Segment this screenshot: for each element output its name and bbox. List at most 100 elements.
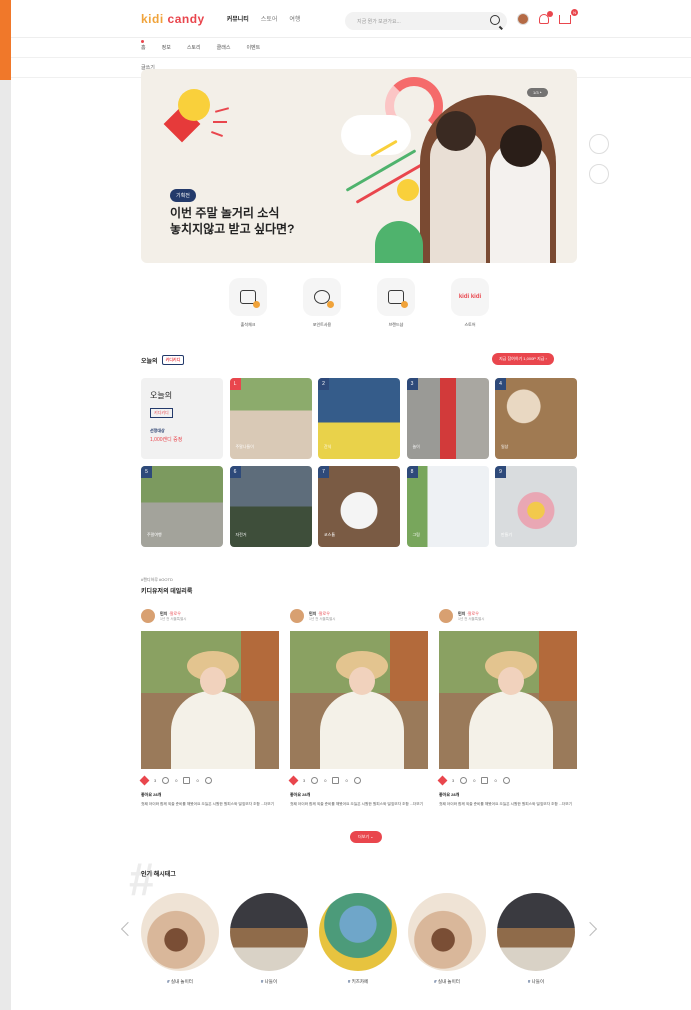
subnav-class[interactable]: 클래스 [217,44,231,51]
post-image[interactable] [439,631,577,769]
scroll-down-button[interactable] [589,164,609,184]
banner-title-line2: 놓치지않고 받고 싶다면? [170,222,295,236]
share-icon[interactable] [353,776,361,784]
today-item[interactable]: 3 놀이 [406,378,489,459]
post-text: 첫째 아이와 함께 외출 준비를 해봤어요 오늘은 시원한 원피스와 밀짚모자 … [141,802,275,806]
nav-travel[interactable]: 여행 [289,14,300,23]
item-caption: 주말나들이 [235,444,254,449]
follow-link[interactable]: ·팔로우 [169,611,181,616]
today-item[interactable]: 2 간식 [318,378,400,459]
banner-pager[interactable]: 1/3 ‣ [527,88,549,97]
intro-tag: 키디키디 [150,408,173,418]
bookmark-icon[interactable] [481,776,489,784]
avatar[interactable] [517,13,529,25]
daily-title: 키디유저의 데일리룩 [141,589,193,595]
hashtag-image[interactable] [230,893,308,971]
post-image[interactable] [141,631,279,769]
banner-title: 이번 주말 놀거리 소식 놓치지않고 받고 싶다면? [170,205,294,237]
subnav-event[interactable]: 이벤트 [246,44,260,51]
hashtag-item[interactable]: # 실내 놀이터 [141,893,219,985]
cart-icon[interactable]: N [559,8,578,24]
quick-item-point[interactable]: 포인트사용 [303,278,341,328]
share-icon[interactable] [502,776,510,784]
join-button[interactable]: 지금 참여하기 1,000P 지급 › [492,353,554,365]
follow-link[interactable]: ·팔로우 [318,611,330,616]
avatar[interactable] [141,609,155,623]
quick-item-brandshop[interactable]: 브랜드샵 [377,278,415,328]
like-icon[interactable] [437,775,448,785]
hashtag-image[interactable] [497,893,575,971]
post-header: 민지 ·팔로우 1년 전 서울특별시 [439,605,577,627]
smiley-illustration [178,89,210,121]
intro-line: 1,000캔디 증정 [150,437,183,443]
hashtag-image[interactable] [319,893,397,971]
intro-line: 선정대상 [150,428,165,433]
subnav-home[interactable]: 홈 [141,40,146,51]
nav-store[interactable]: 스토어 [261,14,278,23]
comment-icon[interactable] [311,776,319,784]
quick-label: 출석체크 [240,322,256,327]
today-item[interactable]: 8 그림 [406,466,489,547]
scroll-top-button[interactable] [589,134,609,154]
ray-decoration [211,131,223,137]
carousel-prev-icon[interactable] [120,921,136,937]
subnav-info[interactable]: 정보 [162,44,171,51]
cart-badge: N [571,8,578,16]
quick-item-attendance[interactable]: 출석체크 [229,278,267,328]
today-item[interactable]: 5 주말여행 [141,466,223,547]
post-meta: 1년 전 서울특별시 [160,616,187,621]
grass-illustration [375,221,423,263]
hashtag-item[interactable]: # 키즈카페 [319,893,397,985]
avatar[interactable] [439,609,453,623]
header-icons: N [517,8,578,25]
today-item[interactable]: 6 자전거 [229,466,312,547]
like-count: 3 [303,777,306,783]
share-icon[interactable] [204,776,212,784]
post-card[interactable]: 민지 ·팔로우 1년 전 서울특별시 3 0 0 좋아요 28개 첫째 아이와 … [139,605,279,807]
post-actions: 3 0 0 [139,769,279,791]
kidi-logo-icon: kidi kidi [451,278,489,316]
comment-icon[interactable] [162,776,170,784]
logo[interactable]: kidi candy [141,12,205,26]
coin-point-icon [303,278,341,316]
top-nav: 커뮤니티 스토어 여행 [227,14,301,23]
post-meta: 1년 전 서울특별시 [309,616,336,621]
today-item[interactable]: 9 만들기 [495,466,577,547]
comment-icon[interactable] [460,776,468,784]
post-likes-text: 좋아요 28개 [141,792,162,797]
item-caption: 일상 [501,444,509,449]
hero-banner[interactable]: 기획전 이번 주말 놀거리 소식 놓치지않고 받고 싶다면? 1/3 ‣ [141,69,577,263]
post-likes-text: 좋아요 28개 [290,792,311,797]
quick-label: 포인트사용 [312,322,332,327]
bookmark-icon[interactable] [332,776,340,784]
like-icon[interactable] [288,775,299,785]
subnav-story[interactable]: 스토리 [187,44,201,51]
today-item[interactable]: 4 일상 [495,378,577,459]
ray-decoration [213,121,227,123]
search-icon[interactable] [490,15,500,25]
carousel-next-icon[interactable] [582,921,598,937]
quick-item-store[interactable]: kidi kidi 스토어 [451,278,489,328]
post-card[interactable]: 민지 ·팔로우 1년 전 서울특별시 3 0 0 좋아요 28개 첫째 아이와 … [288,605,428,807]
bookmark-icon[interactable] [183,776,191,784]
hashtag-image[interactable] [408,893,486,971]
hashtag-item[interactable]: # 나들이 [497,893,575,985]
hashtag-image[interactable] [141,893,219,971]
today-item[interactable]: L 주말나들이 [229,378,312,459]
today-item[interactable]: 7 코스튬 [318,466,400,547]
like-icon[interactable] [139,775,150,785]
bookmark-count: 0 [494,777,497,783]
nav-community[interactable]: 커뮤니티 [227,14,249,23]
hashtag-item[interactable]: # 실내 놀이터 [408,893,486,985]
more-button[interactable]: 더보기 ⌄ [350,831,382,843]
today-title: 오늘의 키디키디 [141,355,185,365]
post-image[interactable] [290,631,428,769]
avatar[interactable] [290,609,304,623]
bell-icon[interactable] [539,11,553,24]
search-input[interactable]: 지금 뭔가 보관가요... [345,12,507,30]
intro-line: 오늘의 [150,391,173,400]
post-card[interactable]: 민지 ·팔로우 1년 전 서울특별시 3 0 0 좋아요 28개 첫째 아이와 … [437,605,577,807]
follow-link[interactable]: ·팔로우 [467,611,479,616]
hashtag-item[interactable]: # 나들이 [230,893,308,985]
banner-tag: 기획전 [170,189,196,202]
